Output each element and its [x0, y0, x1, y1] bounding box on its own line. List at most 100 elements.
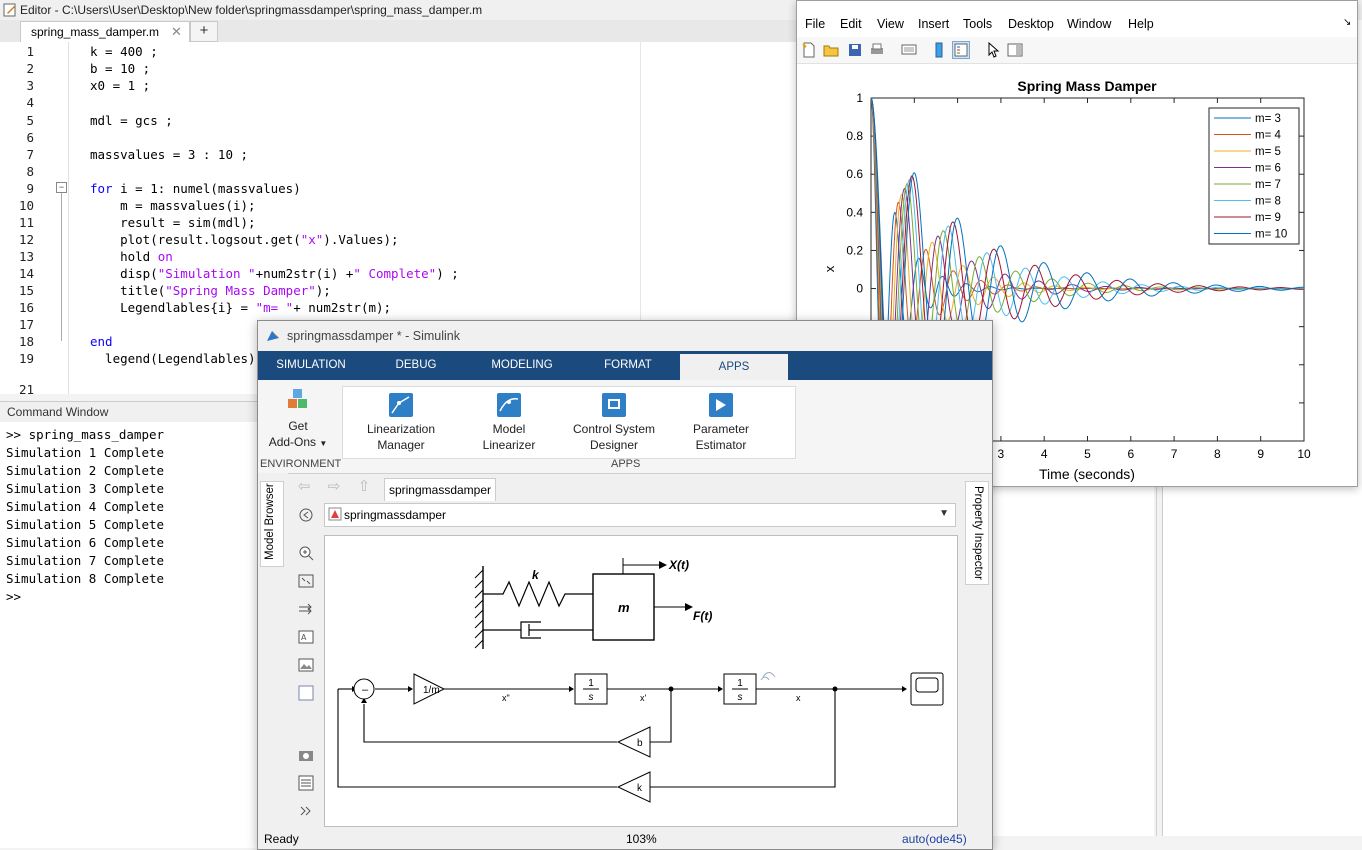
tab-close-icon[interactable]: ✕ [171, 22, 185, 42]
integrator-1-den: s [589, 692, 594, 703]
fit-to-view-icon[interactable] [298, 573, 314, 589]
x-tick-label: 3 [998, 447, 1005, 461]
line-number: 16 [18, 300, 34, 315]
cmd-line: Simulation 1 Complete [6, 445, 165, 460]
x-tick-label: 9 [1257, 447, 1264, 461]
model-linearizer-button[interactable]: Model Linearizer [471, 393, 547, 453]
legend-entry: m= 4 [1255, 130, 1281, 142]
gain-b-block[interactable] [616, 726, 651, 758]
code-line-11: result = sim(mdl); [90, 215, 256, 230]
expand-more-icon[interactable] [298, 803, 314, 819]
legend-entry: m= 5 [1255, 146, 1281, 158]
property-editor-icon[interactable] [1007, 42, 1023, 58]
new-figure-icon[interactable] [801, 42, 817, 58]
line-number: 7 [26, 147, 34, 162]
cmd-prompt[interactable]: >> [6, 589, 21, 604]
open-file-icon[interactable] [823, 42, 839, 58]
parameter-estimator-icon [709, 393, 733, 417]
pointer-icon[interactable] [985, 42, 1001, 58]
y-tick-label: 0 [856, 282, 863, 296]
image-icon[interactable] [298, 657, 314, 673]
screenshot-icon[interactable] [298, 747, 314, 763]
property-inspector-tab[interactable]: Property Inspector [965, 481, 989, 585]
model-browser-tab[interactable]: Model Browser [260, 481, 284, 567]
back-arrow-icon[interactable]: ⇦ [294, 479, 314, 495]
chart-legend[interactable]: m= 3 m= 4 m= 5 m= 6 m= 7 m= 8 m= 9 m= 10 [1208, 107, 1300, 245]
menu-desktop[interactable]: Desktop [1008, 17, 1054, 31]
spring-k-label: k [532, 568, 540, 582]
y-tick-label: 1 [856, 91, 863, 105]
add-tab-button[interactable]: + [190, 21, 218, 42]
xt-arrow [622, 558, 659, 574]
scope-screen [915, 677, 939, 693]
command-window[interactable]: >> spring_mass_damper Simulation 1 Compl… [0, 422, 258, 848]
tab-debug[interactable]: DEBUG [376, 351, 456, 380]
parameter-estimator-button[interactable]: Parameter Estimator [681, 393, 761, 453]
save-icon[interactable] [847, 42, 863, 58]
up-arrow-icon[interactable]: ⇧ [354, 479, 374, 495]
line-number: 3 [26, 78, 34, 93]
model-data-icon[interactable] [298, 775, 314, 791]
code-line-14: disp("Simulation "+num2str(i) +" Complet… [90, 266, 459, 281]
hide-explorer-icon[interactable] [298, 507, 314, 523]
annotation-icon[interactable]: A [298, 629, 314, 645]
code-fold-line [61, 193, 62, 341]
code-line-18: end [90, 334, 113, 349]
print-icon[interactable] [869, 42, 885, 58]
xt-label: X(t) [668, 558, 689, 572]
menu-view[interactable]: View [877, 17, 904, 31]
cmd-line: Simulation 7 Complete [6, 553, 165, 568]
simulink-ribbon-tabs: SIMULATION DEBUG MODELING FORMAT APPS [258, 351, 992, 380]
cmd-line: Simulation 6 Complete [6, 535, 165, 550]
code-fold-toggle[interactable]: − [56, 182, 67, 193]
gain-k-block[interactable] [616, 771, 651, 803]
line-number: 8 [26, 164, 34, 179]
cmd-line: Simulation 2 Complete [6, 463, 165, 478]
legend-entry: m= 9 [1255, 212, 1281, 224]
y-axis-label: x [822, 265, 837, 272]
y-tick-label: 0.4 [846, 205, 863, 219]
menu-window[interactable]: Window [1067, 17, 1111, 31]
code-line-2: b = 10 ; [90, 61, 151, 76]
block-diagram-canvas[interactable]: k m X(t) F(t) – 1/m 1 s 1 s b k x" x' x [324, 535, 958, 827]
menu-edit[interactable]: Edit [840, 17, 862, 31]
editor-pencil-icon [3, 3, 16, 17]
colorbar-icon[interactable] [931, 42, 947, 58]
signal-arrows-icon[interactable] [298, 601, 314, 617]
tab-spring-mass-damper[interactable]: spring_mass_damper.m ✕ [20, 21, 190, 42]
zoom-in-icon[interactable] [298, 545, 314, 561]
legend-icon[interactable] [952, 41, 970, 59]
menu-insert[interactable]: Insert [918, 17, 949, 31]
code-line-5: mdl = gcs ; [90, 113, 173, 128]
menu-tools[interactable]: Tools [963, 17, 992, 31]
breadcrumb-tab[interactable]: springmassdamper [384, 478, 496, 501]
line-number: 15 [18, 283, 34, 298]
undock-arrow-icon[interactable]: ↘ [1343, 17, 1351, 28]
line-number: 19 [18, 351, 34, 366]
code-line-13: hold on [90, 249, 173, 264]
area-icon[interactable] [298, 685, 314, 701]
model-address-bar[interactable]: springmassdamper ▼ [324, 503, 956, 527]
signal-lines [337, 688, 903, 788]
get-add-ons-button[interactable]: Get Add-Ons ▼ [266, 388, 330, 452]
control-system-designer-button[interactable]: Control System Designer [567, 393, 661, 453]
menu-file[interactable]: File [805, 17, 825, 31]
status-solver[interactable]: auto(ode45) [902, 832, 967, 846]
tab-apps[interactable]: APPS [680, 354, 788, 380]
gain-1-over-m-label: 1/m [423, 685, 440, 696]
tab-simulation[interactable]: SIMULATION [268, 351, 354, 380]
forward-arrow-icon[interactable]: ⇨ [324, 479, 344, 495]
physical-diagram: k m X(t) F(t) [474, 558, 712, 649]
tab-modeling[interactable]: MODELING [480, 351, 564, 380]
ft-label: F(t) [693, 609, 712, 623]
tab-format[interactable]: FORMAT [588, 351, 668, 380]
linearization-manager-button[interactable]: Linearization Manager [355, 393, 447, 453]
link-icon[interactable] [901, 42, 917, 58]
x-tick-label: 10 [1297, 447, 1311, 461]
address-dropdown-icon[interactable]: ▼ [939, 508, 949, 519]
environment-section-label: ENVIRONMENT [260, 458, 342, 470]
property-inspector-label: Property Inspector [972, 486, 984, 580]
cmd-line: Simulation 4 Complete [6, 499, 165, 514]
line-number: 13 [18, 249, 34, 264]
menu-help[interactable]: Help [1128, 17, 1154, 31]
